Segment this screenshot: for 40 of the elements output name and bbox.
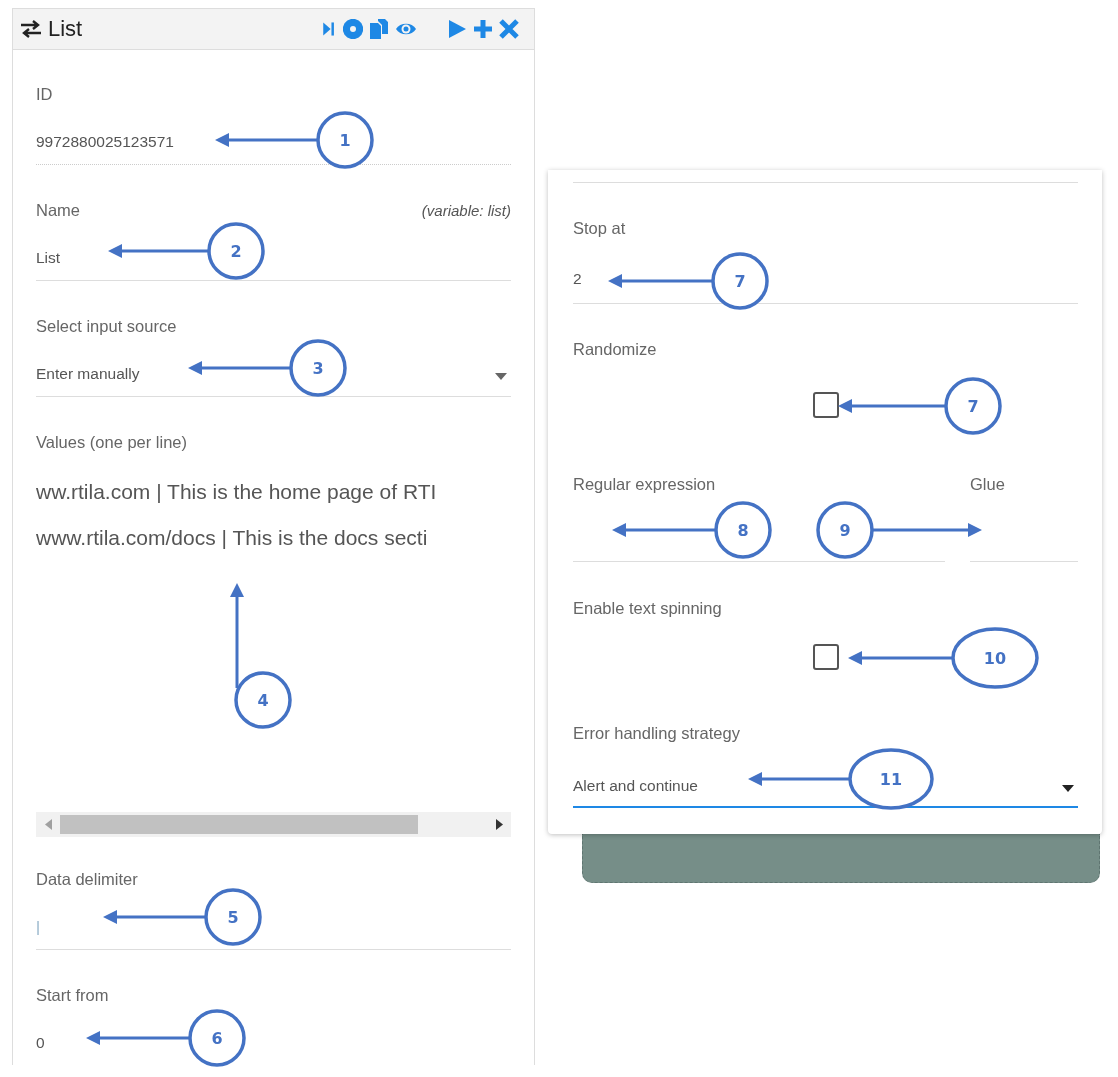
field-label: Error handling strategy: [573, 723, 740, 743]
callout-badge: 7: [944, 377, 1002, 435]
scrollbar-thumb[interactable]: [60, 815, 418, 834]
callout-badge: 6: [188, 1009, 246, 1067]
field-label: Start from: [36, 985, 109, 1005]
dropdown-caret-icon: [1062, 785, 1074, 792]
field-label: Enable text spinning: [573, 598, 722, 618]
callout-badge: 5: [204, 888, 262, 946]
field-label: Regular expression: [573, 474, 717, 494]
panel-title: List: [48, 16, 83, 42]
field-label: Values (one per line): [36, 432, 188, 452]
copy-icon[interactable]: [368, 18, 390, 40]
field-label: Data delimiter: [36, 869, 138, 889]
scroll-left-icon[interactable]: [44, 819, 52, 830]
callout-badge: 2: [207, 222, 265, 280]
field-label: ID: [36, 84, 53, 104]
field-label: Glue: [970, 474, 1006, 494]
field-label: Name: [36, 200, 80, 220]
variable-hint: (variable: list): [421, 201, 511, 219]
callout-badge: 7: [711, 252, 769, 310]
field-label: Stop at: [573, 218, 626, 238]
plus-icon[interactable]: [472, 18, 494, 40]
close-icon[interactable]: [498, 18, 520, 40]
callout-badge: 11: [848, 748, 934, 810]
callout-badge: 1: [316, 111, 374, 169]
text-area[interactable]: ww.rtila.com | This is the home page of RTI www.rtila.com/docs | This is the docs secti: [36, 469, 511, 561]
callout-badge: 8: [714, 501, 772, 559]
play-icon[interactable]: [446, 18, 468, 40]
callout-badge: 10: [951, 627, 1039, 689]
callout-badge: 4: [234, 671, 292, 729]
callout-badge: 3: [289, 339, 347, 397]
checkbox[interactable]: [812, 644, 839, 670]
checkbox[interactable]: [812, 392, 839, 418]
field-label: Randomize: [573, 339, 657, 359]
field-label: Select input source: [36, 316, 177, 336]
swap-arrows-icon: [20, 20, 42, 38]
dropdown-caret-icon: [495, 373, 507, 380]
scroll-right-icon[interactable]: [495, 819, 503, 830]
callout-badge: 9: [816, 501, 874, 559]
horizontal-scrollbar[interactable]: [36, 812, 511, 837]
